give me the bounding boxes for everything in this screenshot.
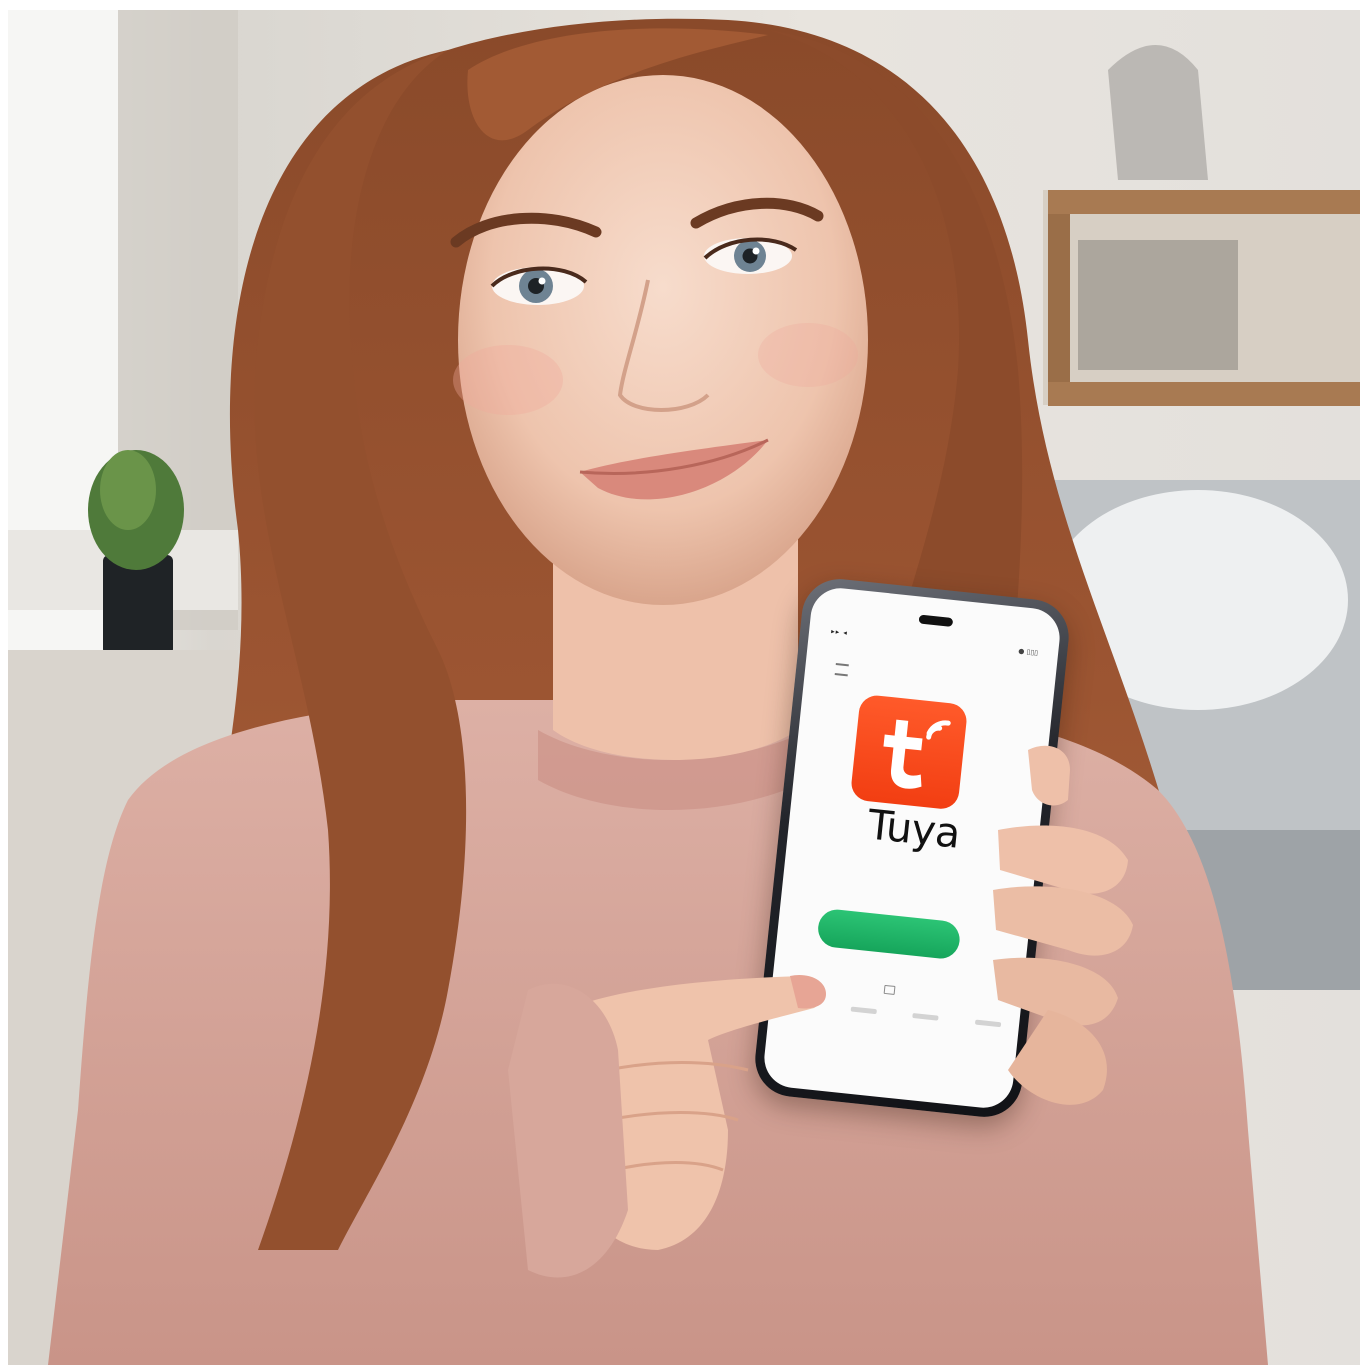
- tab-item[interactable]: [787, 999, 815, 1008]
- phone-notch: [918, 614, 954, 628]
- tab-item[interactable]: [974, 1019, 1002, 1028]
- plant-pot: [103, 555, 173, 655]
- photo-frame: ▸▸ ◂ ● ▯▯▯ Tuya: [8, 10, 1360, 1365]
- smartphone: ▸▸ ◂ ● ▯▯▯ Tuya: [751, 575, 1073, 1121]
- primary-button[interactable]: [816, 907, 962, 961]
- scene: [8, 10, 1360, 1365]
- tuya-logo-icon[interactable]: [849, 693, 969, 811]
- tuya-logo-glyph: [883, 719, 951, 789]
- tab-item[interactable]: [912, 1013, 939, 1021]
- status-bar-left: ▸▸ ◂: [830, 627, 849, 638]
- tab-item[interactable]: [850, 1006, 877, 1015]
- status-bar-right: ● ▯▯▯: [1017, 647, 1039, 658]
- vase: [1108, 45, 1208, 180]
- menu-icon[interactable]: [834, 663, 849, 677]
- tab-bar: [787, 999, 1002, 1030]
- phone-screen: ▸▸ ◂ ● ▯▯▯ Tuya: [761, 585, 1063, 1111]
- small-card-icon: [883, 984, 896, 995]
